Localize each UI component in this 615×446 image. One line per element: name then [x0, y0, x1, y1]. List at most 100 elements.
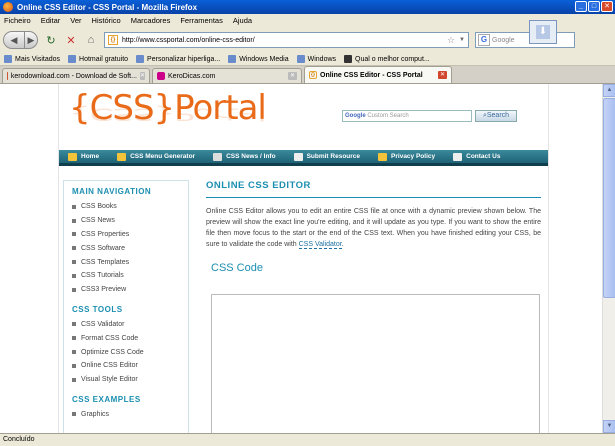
- nav-home[interactable]: Home: [59, 152, 108, 161]
- bookmark-item[interactable]: Windows Media: [228, 55, 289, 63]
- bullet-icon: [72, 204, 76, 209]
- bullet-icon: [72, 273, 76, 278]
- menu-icon: [117, 152, 127, 161]
- menu-ficheiro[interactable]: Ficheiro: [4, 16, 31, 25]
- status-bar: Concluído: [0, 433, 615, 446]
- bookmark-item[interactable]: Hotmail gratuito: [68, 55, 128, 63]
- menu-historico[interactable]: Histórico: [92, 16, 121, 25]
- bullet-icon: [72, 218, 76, 223]
- menu-marcadores[interactable]: Marcadores: [131, 16, 171, 25]
- bookmark-item[interactable]: Mais Visitados: [4, 55, 60, 63]
- window-controls: _ □ ✕: [575, 1, 613, 12]
- google-brand: Google: [345, 113, 366, 119]
- main-content: ONLINE CSS EDITOR Online CSS Editor allo…: [206, 180, 541, 433]
- editor-description: Online CSS Editor allows you to edit an …: [206, 208, 541, 249]
- cssportal-page: {CSS}Portal {CSS}Portal Google Custom Se…: [59, 84, 548, 433]
- status-text: Concluído: [3, 436, 35, 443]
- close-tab-icon[interactable]: ✕: [139, 72, 145, 80]
- sidebar-item-css-news[interactable]: CSS News: [72, 214, 188, 228]
- download-arrow-icon: ⬇: [536, 25, 550, 39]
- reload-icon[interactable]: ↻: [44, 33, 58, 47]
- nav-css-news-info[interactable]: CSS News / Info: [204, 152, 284, 161]
- nav-privacy-policy[interactable]: Privacy Policy: [369, 152, 444, 161]
- bookmark-star-icon[interactable]: ☆: [447, 35, 455, 46]
- css-examples-heading: CSS EXAMPLES: [72, 394, 141, 404]
- download-status-popup[interactable]: ⬇: [529, 20, 557, 44]
- stop-icon[interactable]: ✕: [64, 33, 78, 47]
- close-tab-icon[interactable]: ✕: [288, 72, 297, 80]
- sidebar-item-graphics[interactable]: Graphics: [72, 408, 188, 422]
- main-navigation-heading: MAIN NAVIGATION: [72, 187, 152, 196]
- site-logo-reflection: {CSS}Portal: [69, 104, 266, 124]
- scrollbar-thumb[interactable]: [603, 98, 615, 298]
- scroll-down-arrow-icon[interactable]: ▼: [603, 420, 615, 433]
- menu-bar: Ficheiro Editar Ver Histórico Marcadores…: [0, 14, 615, 27]
- custom-search-input[interactable]: Google Custom Search: [342, 110, 472, 122]
- sidebar-item-css-books[interactable]: CSS Books: [72, 200, 188, 214]
- sidebar-item-css3-preview[interactable]: CSS3 Preview: [72, 283, 188, 297]
- bookmark-item[interactable]: Personalizar hiperliga...: [136, 55, 220, 63]
- news-icon: [213, 152, 223, 161]
- tab-online-css-editor[interactable]: {} Online CSS Editor - CSS Portal ✕: [304, 66, 452, 83]
- back-arrow-icon[interactable]: ◀: [3, 31, 25, 49]
- sidebar-item-visual-style-editor[interactable]: Visual Style Editor: [72, 373, 188, 387]
- sidebar-item-format-css-code[interactable]: Format CSS Code: [72, 331, 188, 345]
- tab-favicon: {}: [309, 71, 317, 79]
- sidebar-item-css-validator[interactable]: CSS Validator: [72, 318, 188, 332]
- bookmark-icon: [68, 55, 77, 63]
- nav-css-menu-generator[interactable]: CSS Menu Generator: [108, 152, 204, 161]
- css-tools-heading: CSS TOOLS: [72, 304, 123, 314]
- css-code-editor[interactable]: [211, 294, 540, 433]
- menu-ferramentas[interactable]: Ferramentas: [180, 16, 223, 25]
- page-viewport: {CSS}Portal {CSS}Portal Google Custom Se…: [0, 84, 602, 433]
- maximize-icon[interactable]: □: [588, 1, 600, 12]
- back-forward-group: ◀ ▶: [3, 31, 38, 49]
- bullet-icon: [72, 377, 76, 382]
- sidebar-item-css-tutorials[interactable]: CSS Tutorials: [72, 269, 188, 283]
- tab-kerodownload[interactable]: kerodownload.com - Download de Soft... ✕: [2, 68, 150, 83]
- bookmark-item[interactable]: Windows: [296, 55, 336, 63]
- site-main-nav: Home CSS Menu Generator CSS News / Info …: [59, 150, 548, 166]
- submit-icon: [293, 152, 303, 161]
- scroll-up-arrow-icon[interactable]: ▲: [603, 84, 615, 97]
- navigation-toolbar: ◀ ▶ ↻ ✕ ⌂ {} http://www.cssportal.com/on…: [0, 27, 615, 53]
- menu-ajuda[interactable]: Ajuda: [233, 16, 252, 25]
- window-title: Online CSS Editor - CSS Portal - Mozilla…: [17, 2, 198, 12]
- tab-favicon: [157, 72, 165, 80]
- sidebar-item-css-templates[interactable]: CSS Templates: [72, 255, 188, 269]
- bookmark-item[interactable]: Qual o melhor comput...: [344, 55, 430, 63]
- bookmarks-bar: Mais Visitados Hotmail gratuito Personal…: [0, 53, 615, 66]
- firefox-icon: [3, 2, 13, 12]
- tab-kerodicas[interactable]: KeroDicas.com ✕: [152, 68, 302, 83]
- site-favicon: {}: [108, 35, 118, 45]
- bullet-icon: [72, 232, 76, 237]
- url-dropdown-icon[interactable]: ▼: [459, 37, 465, 43]
- bookmark-icon: [344, 55, 353, 63]
- bullet-icon: [72, 412, 76, 417]
- address-bar[interactable]: {} http://www.cssportal.com/online-css-e…: [104, 32, 469, 48]
- google-search-engine-icon[interactable]: G: [478, 34, 490, 46]
- menu-ver[interactable]: Ver: [70, 16, 81, 25]
- home-icon: [68, 152, 77, 161]
- sidebar-item-css-software[interactable]: CSS Software: [72, 241, 188, 255]
- window-titlebar: Online CSS Editor - CSS Portal - Mozilla…: [0, 0, 615, 14]
- close-window-icon[interactable]: ✕: [601, 1, 613, 12]
- vertical-scrollbar[interactable]: ▲ ▼: [602, 84, 615, 433]
- sidebar-item-optimize-css-code[interactable]: Optimize CSS Code: [72, 345, 188, 359]
- search-bar[interactable]: G Google: [475, 32, 575, 48]
- page-title: ONLINE CSS EDITOR: [206, 180, 541, 198]
- bullet-icon: [72, 287, 76, 292]
- home-icon[interactable]: ⌂: [84, 33, 98, 47]
- bookmark-icon: [4, 55, 12, 63]
- search-button[interactable]: ⌕Search: [475, 110, 517, 122]
- bookmark-icon: [228, 55, 237, 63]
- nav-submit-resource[interactable]: Submit Resource: [285, 152, 369, 161]
- forward-arrow-icon[interactable]: ▶: [24, 31, 38, 49]
- nav-contact-us[interactable]: Contact Us: [444, 152, 509, 161]
- css-validator-link[interactable]: CSS Validator: [298, 241, 342, 249]
- sidebar-item-online-css-editor[interactable]: Online CSS Editor: [72, 359, 188, 373]
- minimize-icon[interactable]: _: [575, 1, 587, 12]
- close-tab-icon[interactable]: ✕: [438, 71, 447, 79]
- menu-editar[interactable]: Editar: [41, 16, 61, 25]
- sidebar-item-css-properties[interactable]: CSS Properties: [72, 228, 188, 242]
